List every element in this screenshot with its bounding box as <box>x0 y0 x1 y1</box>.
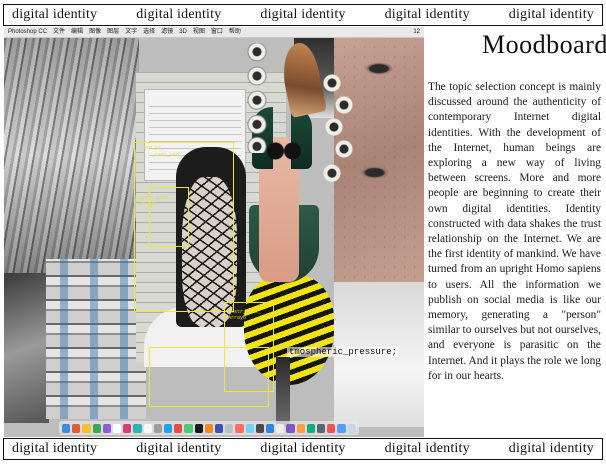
cable-tower-image <box>4 38 139 273</box>
dock-app-icon <box>296 423 305 433</box>
dock-app-icon <box>306 423 316 433</box>
dock-app-icon <box>164 423 173 433</box>
app-dock <box>59 421 359 435</box>
menubar-item: 文件 <box>53 29 66 35</box>
dock-app-icon <box>337 423 346 433</box>
banner-text: digital identity <box>260 441 346 456</box>
dock-app-icon <box>255 423 265 433</box>
dock-app-icon <box>92 423 101 433</box>
code-text: tmospheric_pressure; <box>287 347 400 357</box>
menubar-item: Photoshop CC <box>8 29 48 35</box>
dock-app-icon <box>286 423 295 433</box>
dock-app-icon <box>123 423 132 433</box>
description-paragraph: The topic selection concept is mainly di… <box>428 81 601 382</box>
banner-text: digital identity <box>384 7 470 22</box>
banner-text: digital identity <box>12 441 98 456</box>
tag-label: _ctd_pt_ <box>140 145 165 151</box>
figure-legs-image <box>276 357 290 427</box>
dock-app-icon <box>184 423 193 433</box>
dock-app-icon <box>245 423 254 433</box>
banner-text: digital identity <box>12 7 98 22</box>
menubar-item: 文字 <box>125 29 138 35</box>
dock-app-icon <box>266 423 275 433</box>
dock-app-icon <box>317 423 326 433</box>
banner-text: digital identity <box>136 7 222 22</box>
dock-app-icon <box>72 423 81 433</box>
menubar-item: 滤镜 <box>161 29 174 35</box>
dock-app-icon <box>347 423 356 433</box>
app-menubar: Photoshop CC 文件 编辑 图像 图层 文字 选择 滤镜 3D 视图 窗口 帮助 12 <box>4 27 424 38</box>
menubar-status: 12 <box>413 29 420 35</box>
banner-text: digital identity <box>260 7 346 22</box>
collage-image: 1b779664a9b47ec48b4a46a0 _ctd_pt_ _cstr_… <box>4 27 424 437</box>
dock-app-icon <box>143 423 152 433</box>
menubar-item: 帮助 <box>228 29 241 35</box>
banner-text: digital identity <box>136 441 222 456</box>
banner-text: digital identity <box>508 7 594 22</box>
selection-box <box>149 347 269 407</box>
dock-app-icon <box>153 423 163 433</box>
dock-app-icon <box>194 423 203 433</box>
tag-label: _cstr_ctd_ <box>152 152 183 158</box>
dock-app-icon <box>327 423 336 433</box>
menubar-item: 3D <box>179 29 187 35</box>
page-title: Moodboard <box>482 30 606 59</box>
banner-text: digital identity <box>384 441 470 456</box>
top-banner: digital identity digital identity digita… <box>3 4 603 26</box>
menubar-item: 窗口 <box>210 29 223 35</box>
dark-fabric-image <box>4 273 49 423</box>
menubar-item: 选择 <box>143 29 156 35</box>
menubar-item: 图层 <box>107 29 120 35</box>
monitor-sculpture-image <box>46 259 146 419</box>
dock-app-icon <box>204 423 214 433</box>
dock-app-icon <box>174 423 183 433</box>
menubar-item: 图像 <box>89 29 102 35</box>
dock-app-icon <box>62 423 71 433</box>
black-top-image <box>267 142 301 160</box>
dock-app-icon <box>102 423 112 433</box>
dock-app-icon <box>215 423 224 433</box>
bottom-banner: digital identity digital identity digita… <box>3 438 603 460</box>
tag-label: _cstr_size_ Arrayb <box>138 195 172 207</box>
eyeball-column-image <box>316 72 356 182</box>
tag-label: _cstr_size_ Arrayb <box>228 309 262 321</box>
menubar-item: 视图 <box>192 29 205 35</box>
menubar-item: 编辑 <box>71 29 84 35</box>
eyeball-column-image <box>242 43 272 153</box>
dock-app-icon <box>276 423 285 433</box>
dock-app-icon <box>113 423 122 433</box>
dock-app-icon <box>82 423 91 433</box>
dock-app-icon <box>235 423 244 433</box>
dock-app-icon <box>225 423 234 433</box>
dock-app-icon <box>133 423 142 433</box>
banner-text: digital identity <box>508 441 594 456</box>
